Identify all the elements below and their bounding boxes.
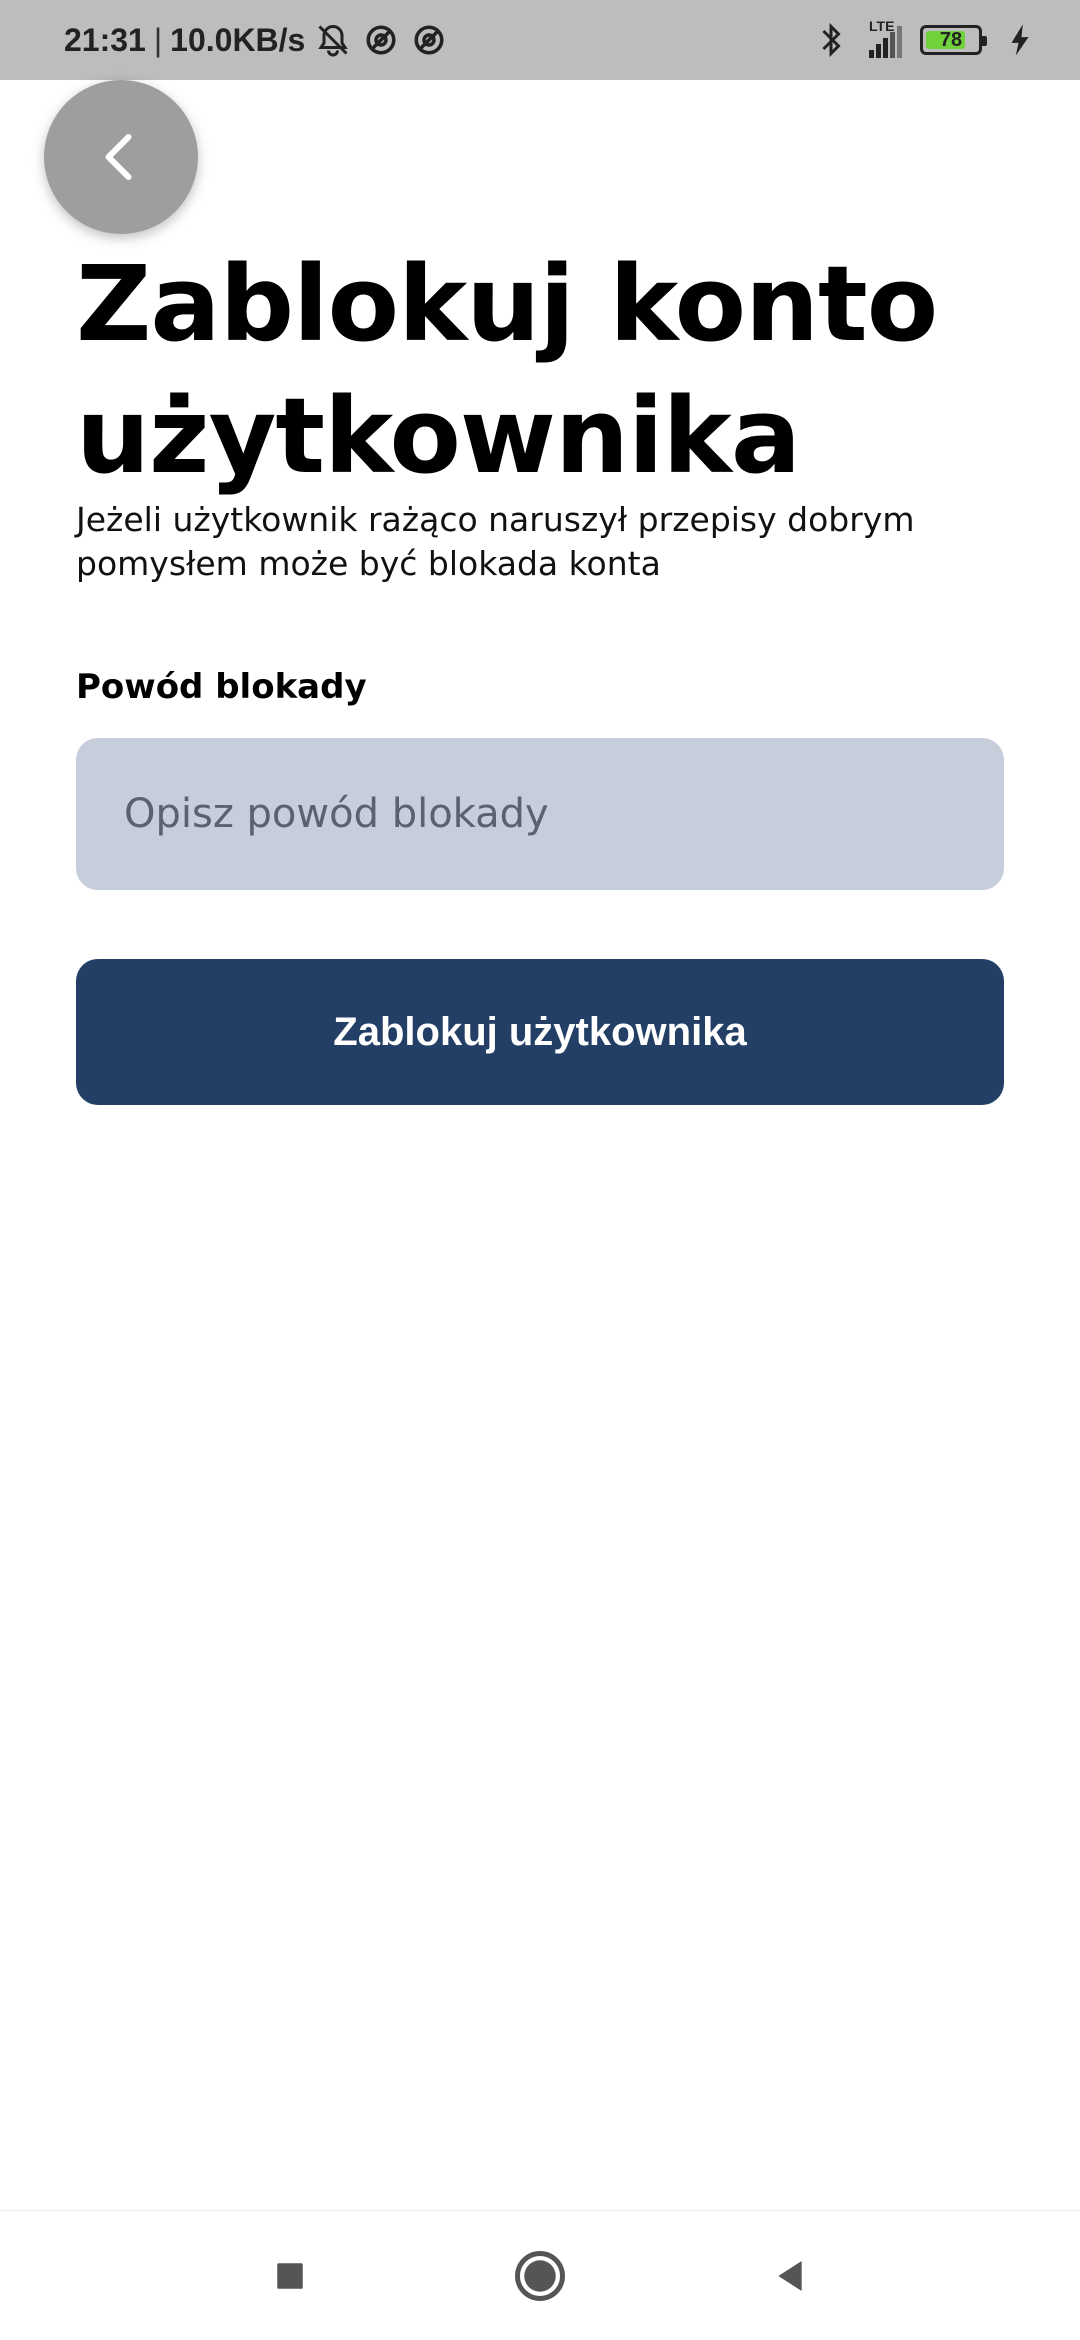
reason-input[interactable] (76, 738, 1004, 890)
status-bar: 21:31 | 10.0KB/s LTE 78 (0, 0, 1080, 80)
back-icon[interactable] (750, 2236, 830, 2316)
chevron-left-icon (91, 127, 151, 187)
network-speed: 10.0KB/s (170, 21, 306, 58)
block-user-button[interactable]: Zablokuj użytkownika (76, 959, 1004, 1105)
battery-level: 78 (939, 28, 963, 51)
status-left: 21:31 | 10.0KB/s (64, 20, 449, 60)
battery-icon: 78 (920, 25, 987, 55)
clock: 21:31 (64, 21, 146, 58)
bluetooth-icon (811, 20, 851, 60)
page-title: Zablokuj konto użytkownika (76, 243, 938, 497)
at-sign-icon (361, 20, 401, 60)
at-sign-icon (409, 20, 449, 60)
page-subtitle: Jeżeli użytkownik rażąco naruszył przepi… (76, 500, 915, 583)
status-right: LTE 78 (811, 18, 1040, 60)
charging-icon (1000, 20, 1040, 60)
status-separator: | (153, 21, 163, 58)
battery-cap (982, 36, 987, 46)
recent-apps-icon[interactable] (250, 2236, 330, 2316)
back-button[interactable] (44, 80, 198, 234)
mute-notifications-icon (313, 20, 353, 60)
network-type: LTE (869, 18, 895, 34)
screen: 21:31 | 10.0KB/s LTE 78 Zablokuj konto u… (0, 0, 1080, 2340)
signal-icon: LTE (869, 18, 902, 58)
navigation-bar (0, 2210, 1080, 2340)
reason-label: Powód blokady (76, 667, 367, 707)
home-icon[interactable] (500, 2236, 580, 2316)
